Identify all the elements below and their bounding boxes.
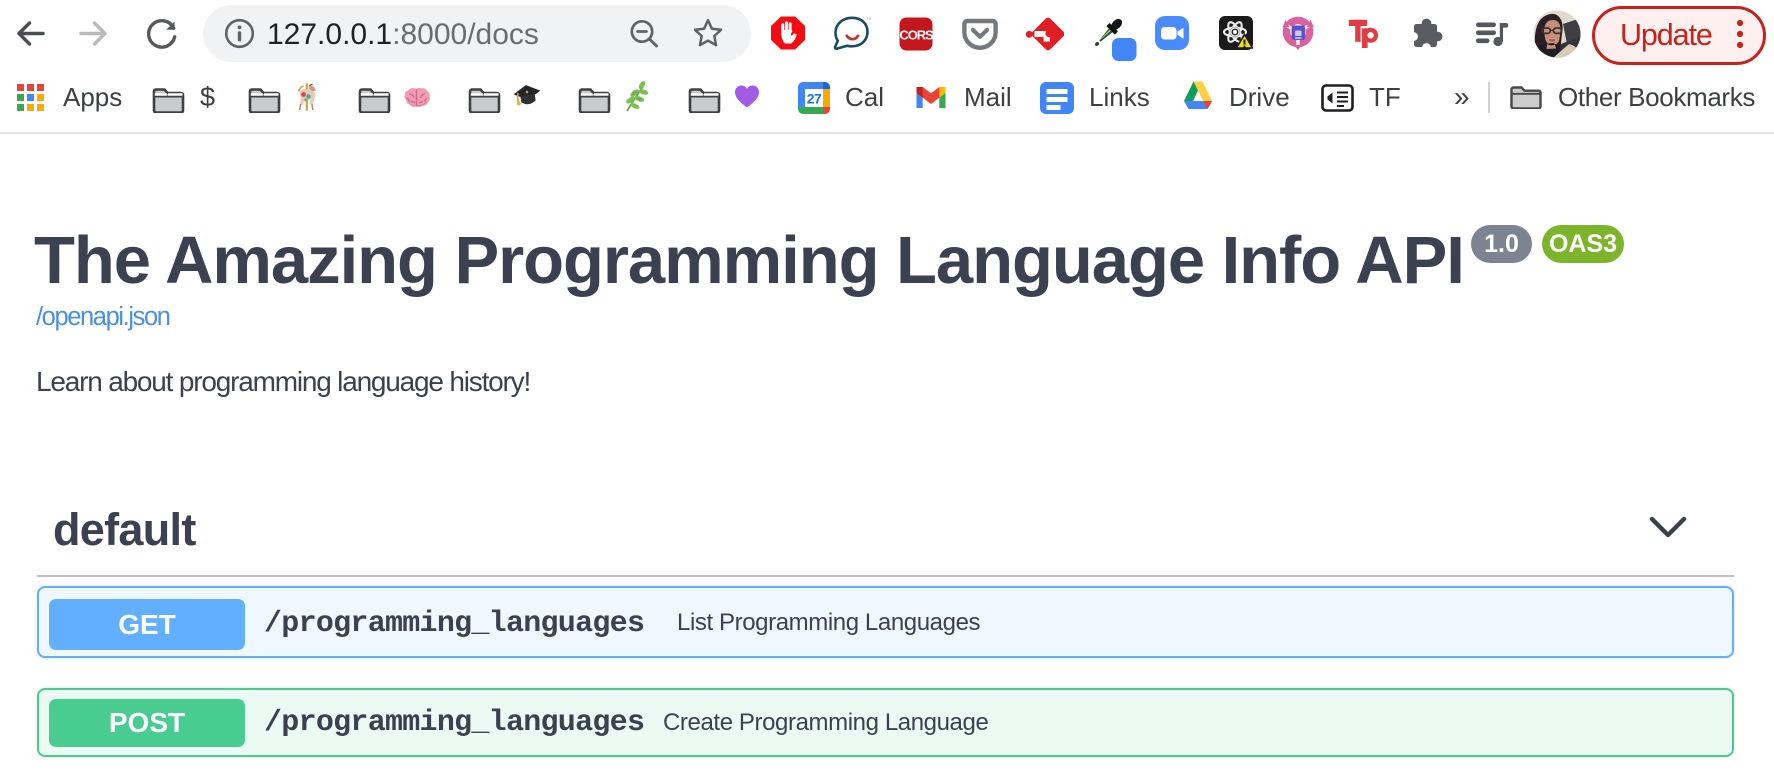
- svg-text:27: 27: [807, 91, 822, 107]
- svg-text:™: ™: [866, 17, 871, 24]
- svg-text:CORS: CORS: [899, 28, 933, 43]
